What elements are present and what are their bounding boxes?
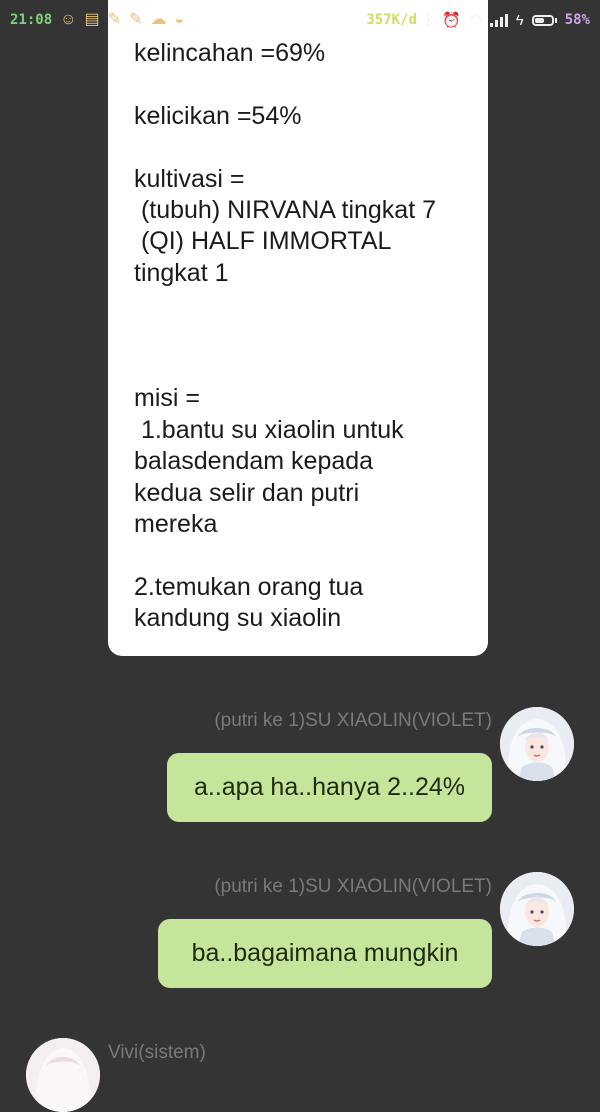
smile-icon: ☺: [60, 11, 77, 28]
sender-name: Vivi(sistem): [108, 1042, 206, 1063]
message-icon: ✎: [107, 11, 122, 28]
card-text: kelincahan =69% kelicikan =54% kultivasi…: [134, 39, 437, 633]
avatar-image: [500, 707, 574, 781]
status-time: 21:08: [10, 12, 53, 28]
avatar[interactable]: [26, 1038, 100, 1112]
burger-icon: ◒: [174, 11, 185, 28]
avatar[interactable]: [500, 707, 574, 781]
avatar[interactable]: [500, 872, 574, 946]
message-bubble[interactable]: a..apa ha..hanya 2..24%: [167, 753, 492, 822]
note-icon: ▤: [84, 11, 100, 28]
wifi-icon: ◠: [468, 11, 482, 29]
alarm-icon: ⏰: [441, 11, 461, 29]
network-speed: 357K/d: [366, 12, 417, 28]
avatar-image: [26, 1038, 100, 1112]
avatar-image: [500, 872, 574, 946]
ghost-icon: ☁: [150, 11, 167, 28]
sender-name: (putri ke 1)SU XIAOLIN(VIOLET): [214, 710, 492, 731]
battery-percent: 58%: [564, 12, 590, 28]
message-icon: ✎: [129, 11, 143, 28]
charging-icon: ϟ: [515, 11, 524, 29]
battery-icon: [531, 14, 557, 26]
message-bubble[interactable]: ba..bagaimana mungkin: [158, 919, 492, 988]
message-card[interactable]: kelincahan =69% kelicikan =54% kultivasi…: [108, 0, 488, 656]
status-bar: 21:08 ☺ ▤ ✎ ✎ ☁ ◒ 357K/d ᛒ ⏰ ◠ ϟ 58%: [0, 0, 600, 40]
status-right: 357K/d ᛒ ⏰ ◠ ϟ 58%: [366, 12, 590, 28]
sender-name: (putri ke 1)SU XIAOLIN(VIOLET): [214, 876, 492, 897]
signal-icon: [489, 13, 508, 27]
bluetooth-icon: ᛒ: [424, 11, 434, 29]
status-left: 21:08 ☺ ▤ ✎ ✎ ☁ ◒: [10, 11, 185, 29]
